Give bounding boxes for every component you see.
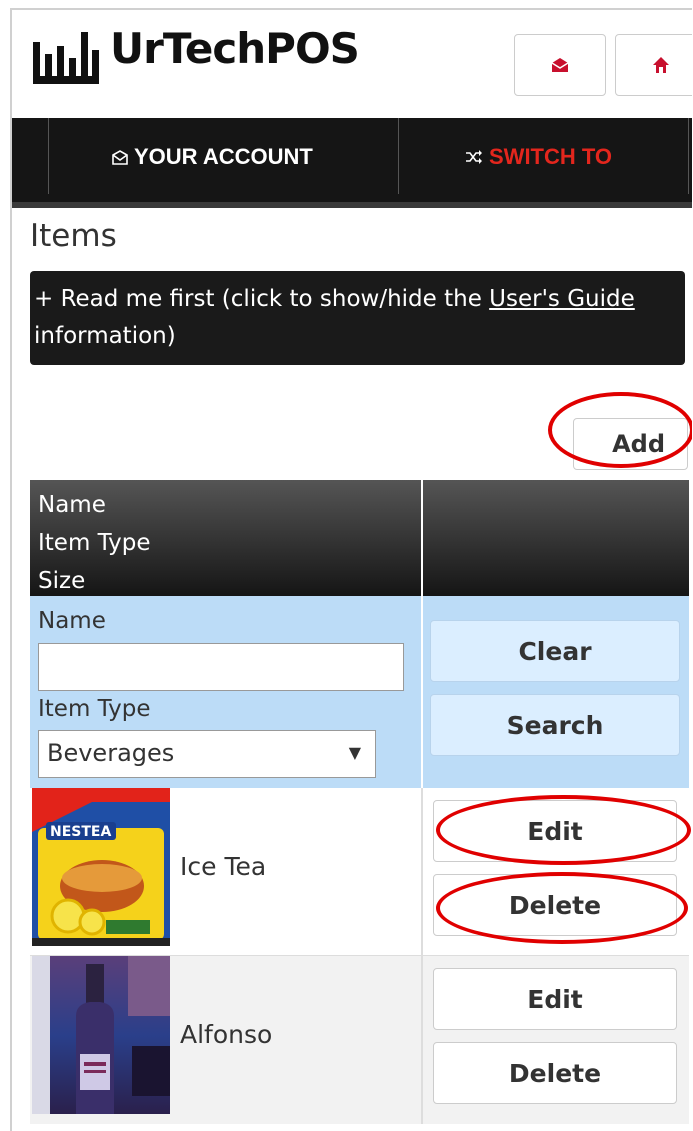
item-thumbnail: NESTEA (32, 788, 170, 946)
envelope-icon (551, 58, 569, 72)
guide-text-suffix: information) (34, 323, 176, 349)
messages-button[interactable] (514, 34, 606, 96)
main-nav: YOUR ACCOUNT SWITCH TO (12, 118, 692, 208)
column-divider (421, 596, 423, 788)
items-table: Name Item Type Size Name Item Type Bever… (30, 480, 689, 1124)
app-title: UrTechPOS (110, 24, 360, 73)
home-button[interactable] (615, 34, 692, 96)
filter-item-type-value: Beverages (47, 739, 175, 767)
column-header-name[interactable]: Name (38, 486, 420, 524)
column-header-item-type[interactable]: Item Type (38, 524, 420, 562)
guide-text-prefix: + Read me first (click to show/hide the (34, 286, 490, 312)
filter-item-type-select[interactable]: Beverages ▼ (38, 730, 376, 778)
filter-item-type-label: Item Type (38, 696, 151, 722)
users-guide-toggle[interactable]: + Read me first (click to show/hide the … (30, 271, 685, 365)
add-item-button[interactable]: Add (573, 418, 688, 470)
header: UrTechPOS (12, 10, 692, 118)
delete-button[interactable]: Delete (433, 874, 677, 936)
clear-button[interactable]: Clear (430, 620, 680, 682)
shuffle-icon (466, 150, 482, 164)
users-guide-link[interactable]: User's Guide (489, 286, 635, 312)
column-header-size[interactable]: Size (38, 562, 420, 600)
table-row: NESTEA Ice Tea Edit Delete (30, 788, 689, 956)
envelope-icon (112, 149, 128, 165)
edit-button[interactable]: Edit (433, 968, 677, 1030)
nav-switch-to-label: SWITCH TO (489, 144, 613, 169)
column-divider (421, 788, 423, 956)
nav-switch-to[interactable]: SWITCH TO (465, 142, 612, 172)
table-header: Name Item Type Size (30, 480, 689, 596)
filter-row: Name Item Type Beverages ▼ Clear Search (30, 596, 689, 788)
filter-name-label: Name (38, 608, 106, 634)
column-divider (421, 956, 423, 1124)
page-frame: UrTechPOS YOUR ACCOUNT SWITCH TO Items +… (10, 8, 692, 1131)
item-thumbnail (32, 956, 170, 1114)
search-button[interactable]: Search (430, 694, 680, 756)
table-row: Alfonso Edit Delete (30, 956, 689, 1124)
nav-your-account[interactable]: YOUR ACCOUNT (112, 142, 313, 172)
nav-your-account-label: YOUR ACCOUNT (134, 144, 313, 169)
svg-text:NESTEA: NESTEA (50, 824, 111, 840)
nav-divider (688, 118, 689, 194)
logo-icon (33, 32, 99, 84)
column-divider (421, 480, 423, 596)
nav-divider (48, 118, 49, 194)
home-icon (653, 57, 669, 73)
filter-name-input[interactable] (38, 643, 404, 691)
table-header-columns: Name Item Type Size (30, 480, 420, 596)
page-title: Items (30, 218, 117, 254)
item-name: Alfonso (180, 1020, 273, 1049)
edit-button[interactable]: Edit (433, 800, 677, 862)
delete-button[interactable]: Delete (433, 1042, 677, 1104)
dropdown-arrow-icon: ▼ (348, 743, 361, 762)
item-name: Ice Tea (180, 852, 267, 881)
nav-divider (398, 118, 399, 194)
